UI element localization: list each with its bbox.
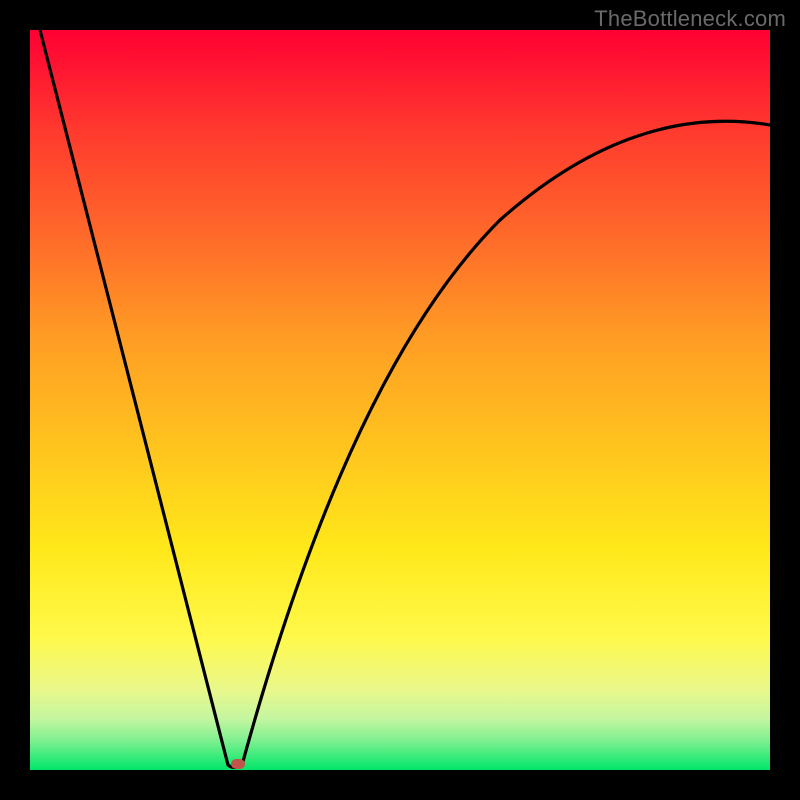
- bottleneck-curve: [30, 30, 770, 770]
- plot-area: [30, 30, 770, 770]
- curve-path: [40, 30, 770, 768]
- optimum-marker: [231, 759, 245, 769]
- attribution-text: TheBottleneck.com: [594, 6, 786, 32]
- chart-frame: TheBottleneck.com: [0, 0, 800, 800]
